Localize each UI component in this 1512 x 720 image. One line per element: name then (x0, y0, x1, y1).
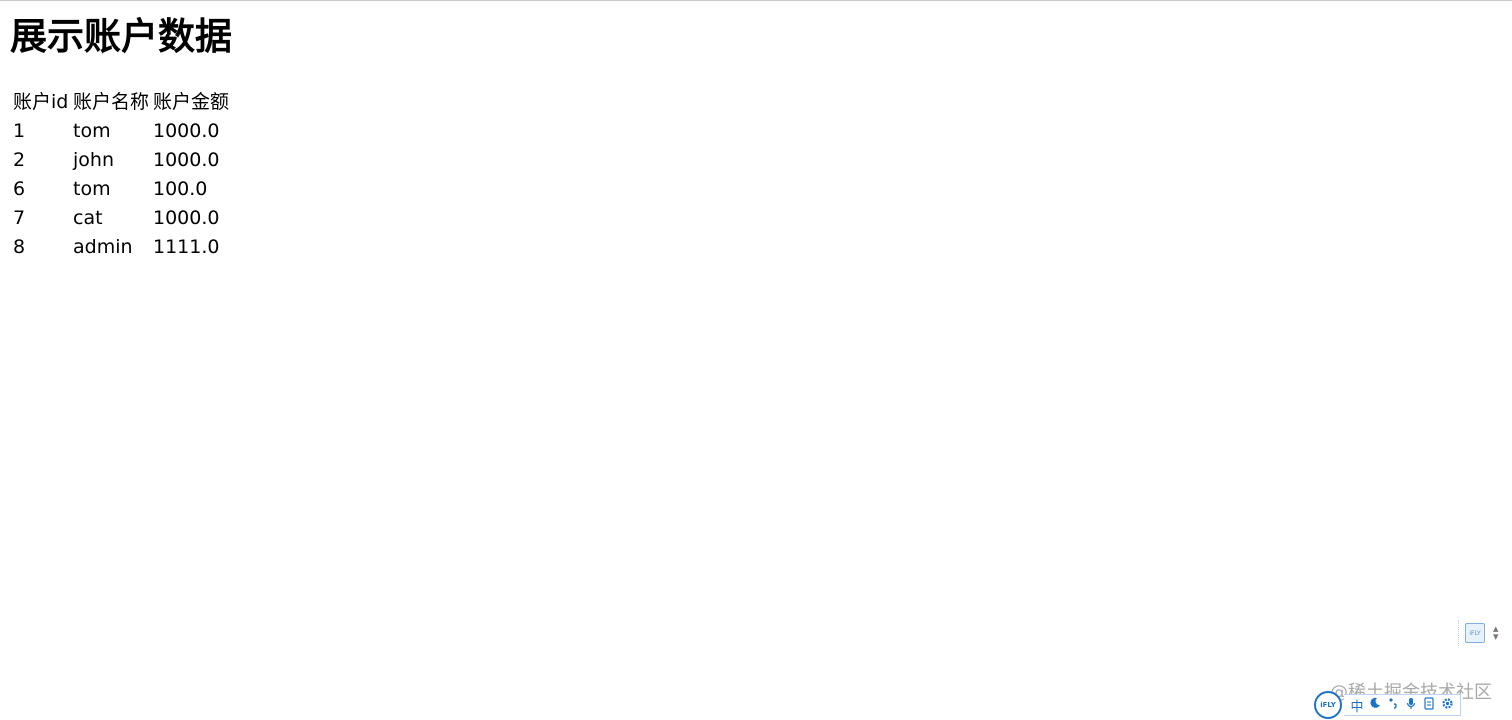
accounts-table: 账户id 账户名称 账户金额 1 tom 1000.0 2 john 1000.… (11, 88, 235, 262)
cell-amount: 1000.0 (153, 120, 220, 142)
ime-mode-toggle[interactable]: 中 (1348, 696, 1366, 715)
column-header-amount: 账户金额 (153, 91, 230, 113)
cell-name: tom (73, 120, 111, 142)
cell-name: john (73, 149, 114, 171)
cell-amount: 1111.0 (153, 236, 220, 258)
table-header-row: 账户id 账户名称 账户金额 (13, 88, 233, 117)
cell-id: 1 (13, 120, 26, 142)
microphone-icon[interactable] (1402, 697, 1420, 714)
settings-icon[interactable] (1438, 697, 1456, 714)
cell-amount: 1000.0 (153, 207, 220, 229)
cell-name: admin (73, 236, 133, 258)
ime-mini-logo-icon[interactable]: iFLY (1465, 623, 1485, 643)
ime-tools: 中 (1344, 694, 1461, 716)
punctuation-icon[interactable] (1384, 697, 1402, 713)
window-top-border (0, 0, 1512, 1)
cell-id: 7 (13, 207, 26, 229)
page-title: 展示账户数据 (10, 15, 232, 58)
cell-amount: 100.0 (153, 178, 208, 200)
table-row: 1 tom 1000.0 (13, 117, 233, 146)
cell-id: 6 (13, 178, 26, 200)
ime-floating-indicator[interactable]: iFLY ▴ ▾ (1458, 620, 1509, 646)
keyboard-icon[interactable] (1420, 696, 1438, 714)
cell-name: cat (73, 207, 103, 229)
column-header-name: 账户名称 (73, 91, 150, 113)
ime-toolbar: iFLY 中 (1314, 691, 1461, 719)
cell-id: 2 (13, 149, 26, 171)
ime-logo-icon[interactable]: iFLY (1314, 691, 1342, 719)
cell-name: tom (73, 178, 111, 200)
chevron-expand-icon[interactable]: ▴ ▾ (1493, 623, 1499, 642)
cell-amount: 1000.0 (153, 149, 220, 171)
table-row: 8 admin 1111.0 (13, 233, 233, 262)
moon-icon[interactable] (1366, 697, 1384, 713)
table-row: 6 tom 100.0 (13, 175, 233, 204)
cell-id: 8 (13, 236, 26, 258)
table-row: 2 john 1000.0 (13, 146, 233, 175)
table-row: 7 cat 1000.0 (13, 204, 233, 233)
column-header-id: 账户id (13, 91, 69, 113)
